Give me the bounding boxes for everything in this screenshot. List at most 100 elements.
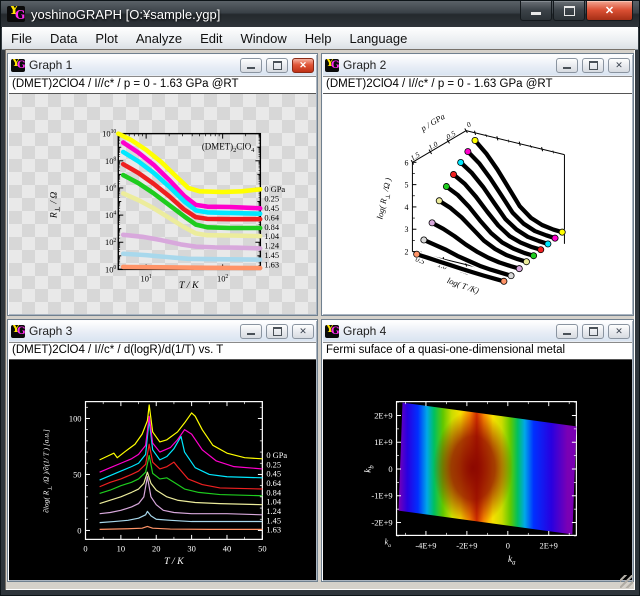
minimize-icon bbox=[563, 333, 571, 335]
close-icon: ✕ bbox=[605, 4, 614, 17]
svg-text:R⊥ / Ω: R⊥ / Ω bbox=[50, 192, 62, 219]
app-icon: YG bbox=[325, 325, 339, 338]
svg-text:40: 40 bbox=[223, 543, 231, 553]
svg-text:104: 104 bbox=[105, 210, 116, 220]
graph3-plot[interactable]: 010203040500501000 GPa0.250.450.640.841.… bbox=[9, 360, 316, 580]
svg-text:-2E+9: -2E+9 bbox=[456, 540, 477, 550]
menu-data[interactable]: Data bbox=[41, 29, 86, 48]
svg-text:1.0: 1.0 bbox=[427, 139, 440, 152]
maximize-button[interactable] bbox=[553, 1, 585, 21]
main-window: YG yoshinoGRAPH [O:¥sample.ygp] ✕ File D… bbox=[0, 0, 640, 596]
graph3-minimize-button[interactable] bbox=[240, 324, 262, 339]
menu-window[interactable]: Window bbox=[231, 29, 295, 48]
close-button[interactable]: ✕ bbox=[586, 1, 633, 21]
graph3-restore-button[interactable] bbox=[266, 324, 288, 339]
window-title: yoshinoGRAPH [O:¥sample.ygp] bbox=[31, 7, 514, 22]
graph3-subtitle: (DMET)2ClO4 / I//c* / d(logR)/d(1/T) vs.… bbox=[9, 342, 316, 360]
svg-text:-1E+9: -1E+9 bbox=[371, 491, 392, 501]
restore-icon bbox=[589, 327, 598, 336]
graph4-title: Graph 4 bbox=[343, 324, 552, 338]
svg-text:log( T /K): log( T /K) bbox=[446, 275, 481, 296]
graph2-plot[interactable]: 2345600.51.01.50.51.01.52.0p / GPalog( T… bbox=[323, 94, 632, 314]
maximize-icon bbox=[564, 6, 575, 16]
svg-text:4: 4 bbox=[404, 203, 408, 212]
graph2-titlebar[interactable]: YG Graph 2 ✕ bbox=[323, 55, 632, 75]
svg-text:1E+9: 1E+9 bbox=[374, 437, 392, 447]
svg-text:102: 102 bbox=[217, 273, 228, 283]
svg-text:30: 30 bbox=[187, 543, 195, 553]
graph2-minimize-button[interactable] bbox=[556, 58, 578, 73]
minimize-icon bbox=[247, 67, 255, 69]
svg-text:50: 50 bbox=[258, 543, 266, 553]
svg-text:1.63: 1.63 bbox=[264, 259, 279, 269]
graph4-plot[interactable]: 2E+91E+90-1E+9-2E+9-4E+9-2E+902E+9kakakb bbox=[323, 360, 632, 580]
svg-text:(DMET)2ClO4: (DMET)2ClO4 bbox=[202, 142, 255, 155]
graph1-plot[interactable]: 10110210010210410610810100 GPa0.250.450.… bbox=[9, 94, 316, 314]
svg-text:102: 102 bbox=[105, 237, 116, 247]
graph2-restore-button[interactable] bbox=[582, 58, 604, 73]
svg-text:101: 101 bbox=[140, 273, 151, 283]
svg-text:20: 20 bbox=[152, 543, 160, 553]
svg-text:∂log( R⊥ /Ω )/∂(1/ T ) [a.u.]: ∂log( R⊥ /Ω )/∂(1/ T ) [a.u.] bbox=[42, 429, 54, 513]
restore-icon bbox=[273, 327, 282, 336]
graph1-minimize-button[interactable] bbox=[240, 58, 262, 73]
app-icon: YG bbox=[325, 59, 339, 72]
minimize-icon bbox=[563, 67, 571, 69]
svg-text:0: 0 bbox=[77, 525, 81, 535]
svg-text:2: 2 bbox=[404, 248, 408, 257]
svg-text:-2E+9: -2E+9 bbox=[371, 518, 392, 528]
minimize-icon bbox=[247, 333, 255, 335]
graph1-title: Graph 1 bbox=[29, 58, 236, 72]
svg-text:1.5: 1.5 bbox=[409, 150, 422, 163]
graph1-window: YG Graph 1 ✕ (DMET)2ClO4 / I//c* / p = 0… bbox=[7, 53, 318, 316]
mdi-client-area: YG Graph 1 ✕ (DMET)2ClO4 / I//c* / p = 0… bbox=[5, 49, 635, 590]
graph1-restore-button[interactable] bbox=[266, 58, 288, 73]
svg-text:0.5: 0.5 bbox=[445, 129, 458, 142]
graph3-close-button[interactable]: ✕ bbox=[292, 324, 314, 339]
graph2-window: YG Graph 2 ✕ (DMET)2ClO4 / I//c* / p = 0… bbox=[321, 53, 634, 316]
graph4-restore-button[interactable] bbox=[582, 324, 604, 339]
svg-text:0: 0 bbox=[83, 543, 87, 553]
resize-grip[interactable] bbox=[620, 575, 633, 588]
menu-plot[interactable]: Plot bbox=[86, 29, 126, 48]
graph3-titlebar[interactable]: YG Graph 3 ✕ bbox=[9, 321, 316, 341]
graph4-subtitle: Fermi suface of a quasi-one-dimensional … bbox=[323, 342, 632, 360]
minimize-button[interactable] bbox=[520, 1, 552, 21]
graph2-close-button[interactable]: ✕ bbox=[608, 58, 630, 73]
graph1-close-button[interactable]: ✕ bbox=[292, 58, 314, 73]
svg-text:ka: ka bbox=[385, 537, 392, 549]
svg-text:kb: kb bbox=[364, 465, 376, 473]
svg-text:100: 100 bbox=[69, 413, 82, 423]
minimize-icon bbox=[531, 12, 541, 15]
app-icon: YG bbox=[7, 6, 25, 22]
menu-language[interactable]: Language bbox=[340, 29, 416, 48]
menu-help[interactable]: Help bbox=[296, 29, 341, 48]
main-titlebar[interactable]: YG yoshinoGRAPH [O:¥sample.ygp] ✕ bbox=[1, 1, 639, 28]
menu-edit[interactable]: Edit bbox=[191, 29, 231, 48]
graph3-window: YG Graph 3 ✕ (DMET)2ClO4 / I//c* / d(log… bbox=[7, 319, 318, 582]
svg-text:6: 6 bbox=[404, 158, 408, 167]
svg-text:T / K: T / K bbox=[164, 556, 185, 567]
menu-analyze[interactable]: Analyze bbox=[127, 29, 191, 48]
app-icon: YG bbox=[11, 59, 25, 72]
graph3-title: Graph 3 bbox=[29, 324, 236, 338]
graph4-window: YG Graph 4 ✕ Fermi suface of a quasi-one… bbox=[321, 319, 634, 582]
restore-icon bbox=[273, 61, 282, 70]
svg-text:0: 0 bbox=[506, 540, 510, 550]
svg-text:10: 10 bbox=[117, 543, 125, 553]
svg-text:100: 100 bbox=[105, 264, 116, 274]
svg-text:106: 106 bbox=[105, 183, 116, 193]
svg-text:50: 50 bbox=[73, 469, 81, 479]
graph2-title: Graph 2 bbox=[343, 58, 552, 72]
svg-text:-4E+9: -4E+9 bbox=[415, 540, 436, 550]
svg-text:3: 3 bbox=[404, 225, 408, 234]
graph4-close-button[interactable]: ✕ bbox=[608, 324, 630, 339]
graph4-titlebar[interactable]: YG Graph 4 ✕ bbox=[323, 321, 632, 341]
svg-text:ka: ka bbox=[508, 555, 516, 567]
menu-file[interactable]: File bbox=[2, 29, 41, 48]
svg-text:log( R⊥ /Ω ): log( R⊥ /Ω ) bbox=[374, 177, 395, 221]
graph1-titlebar[interactable]: YG Graph 1 ✕ bbox=[9, 55, 316, 75]
svg-text:2E+9: 2E+9 bbox=[540, 540, 558, 550]
graph1-subtitle: (DMET)2ClO4 / I//c* / p = 0 - 1.63 GPa @… bbox=[9, 76, 316, 94]
graph4-minimize-button[interactable] bbox=[556, 324, 578, 339]
